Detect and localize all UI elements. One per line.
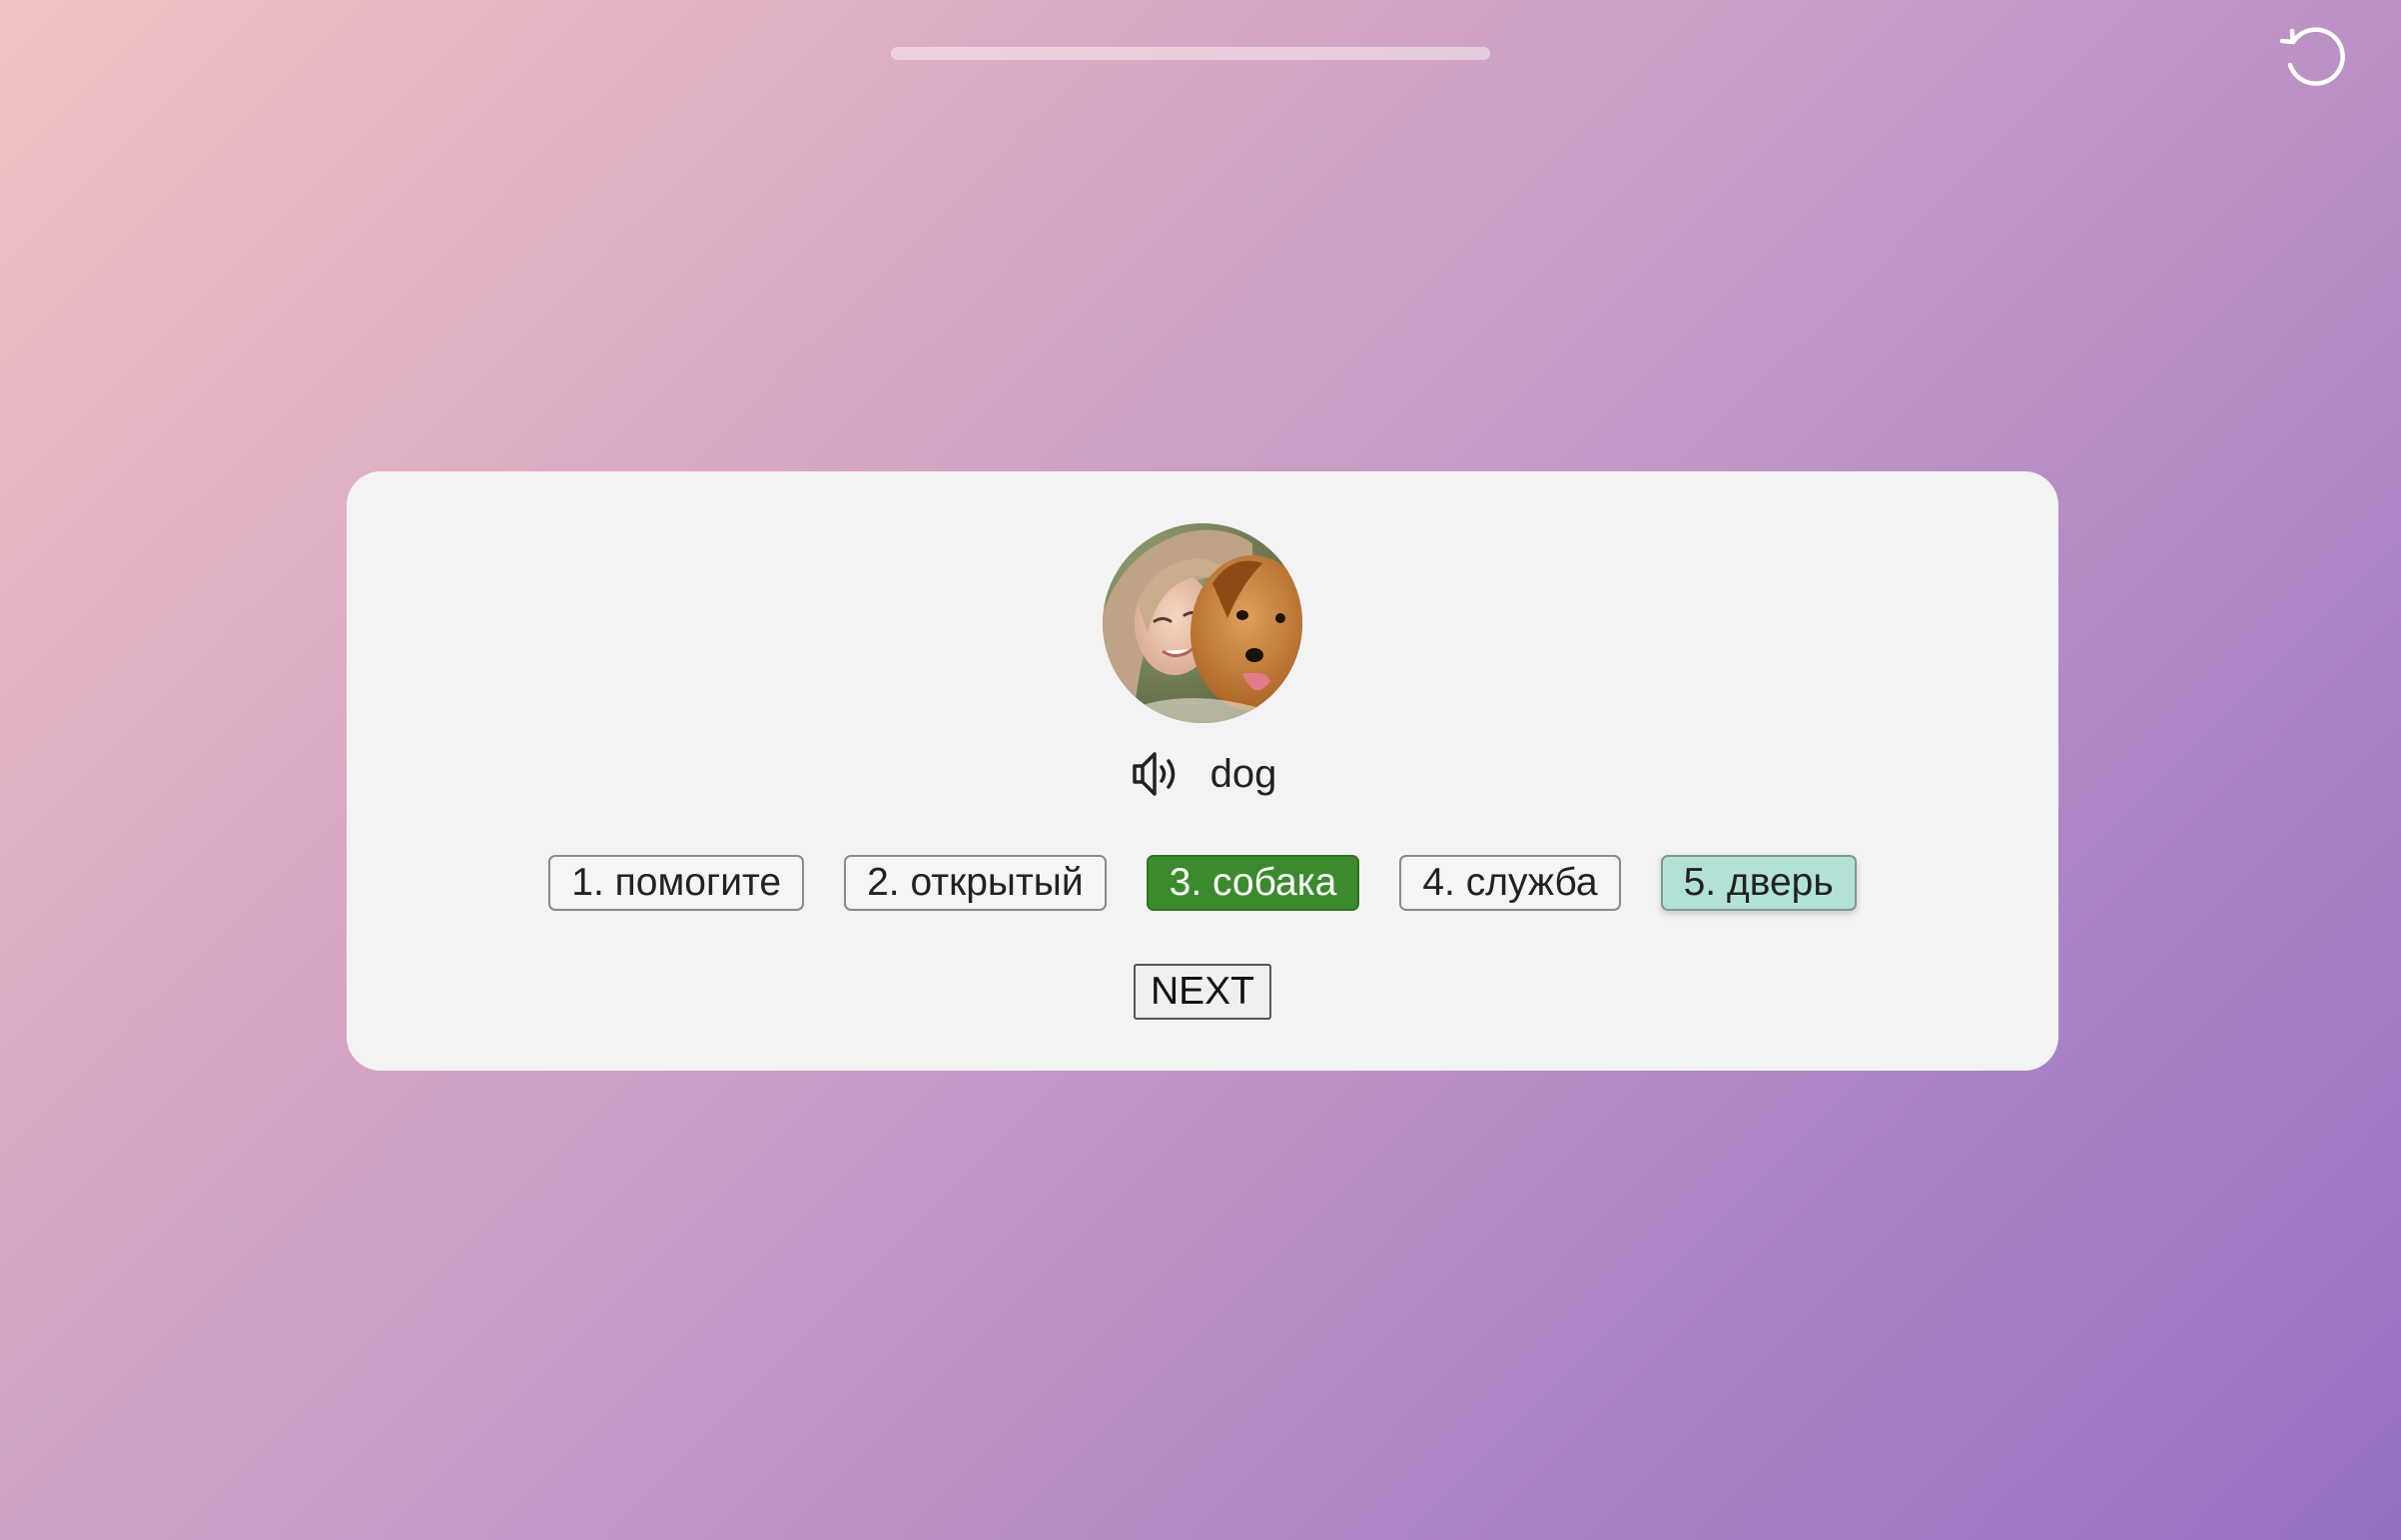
option-button-5[interactable]: 5. дверь [1660,855,1857,911]
progress-bar [891,47,1490,60]
option-button-3[interactable]: 3. собака [1146,855,1360,911]
word-image [1103,523,1302,723]
next-button[interactable]: NEXT [1134,964,1271,1020]
reset-button[interactable] [2273,18,2353,94]
quiz-card: dog 1. помогите 2. открытый 3. собака 4.… [347,471,2058,1071]
reset-icon [2279,27,2345,86]
answer-options: 1. помогите 2. открытый 3. собака 4. слу… [347,852,2058,914]
woman-with-dog-photo [1103,523,1302,723]
play-audio-button[interactable] [1129,746,1185,802]
option-button-2[interactable]: 2. открытый [844,855,1107,911]
option-button-1[interactable]: 1. помогите [548,855,805,911]
target-word: dog [1209,751,1277,796]
option-button-4[interactable]: 4. служба [1399,855,1621,911]
speaker-icon [1132,752,1175,796]
word-row: dog [347,741,2058,807]
